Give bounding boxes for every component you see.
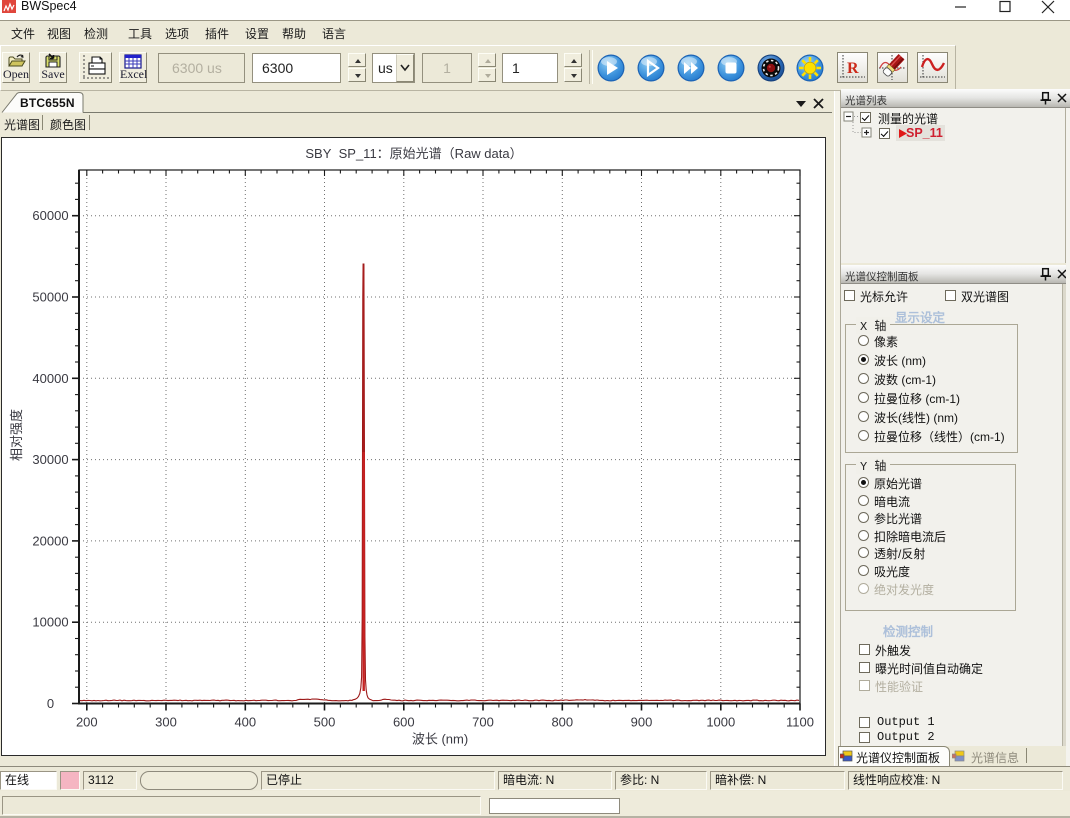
svg-text:0: 0 [47, 696, 54, 711]
svg-text:300: 300 [155, 715, 177, 730]
svg-text:40000: 40000 [32, 371, 68, 386]
svg-text:R: R [847, 60, 859, 77]
svg-text:30000: 30000 [32, 452, 68, 467]
svg-text:20000: 20000 [32, 533, 68, 548]
svg-text:相对强度: 相对强度 [9, 409, 24, 461]
svg-text:200: 200 [76, 715, 98, 730]
svg-text:SBY SP_11：原始光谱（Raw data）: SBY SP_11：原始光谱（Raw data） [305, 146, 522, 161]
svg-text:60000: 60000 [32, 208, 68, 223]
svg-text:800: 800 [551, 715, 573, 730]
svg-text:700: 700 [472, 715, 494, 730]
svg-text:1000: 1000 [706, 715, 735, 730]
svg-text:900: 900 [631, 715, 653, 730]
svg-text:10000: 10000 [32, 615, 68, 630]
svg-text:500: 500 [314, 715, 336, 730]
svg-text:400: 400 [234, 715, 256, 730]
svg-text:600: 600 [393, 715, 415, 730]
svg-text:波长 (nm): 波长 (nm) [412, 732, 468, 747]
svg-text:1100: 1100 [786, 715, 814, 730]
svg-text:50000: 50000 [32, 290, 68, 305]
